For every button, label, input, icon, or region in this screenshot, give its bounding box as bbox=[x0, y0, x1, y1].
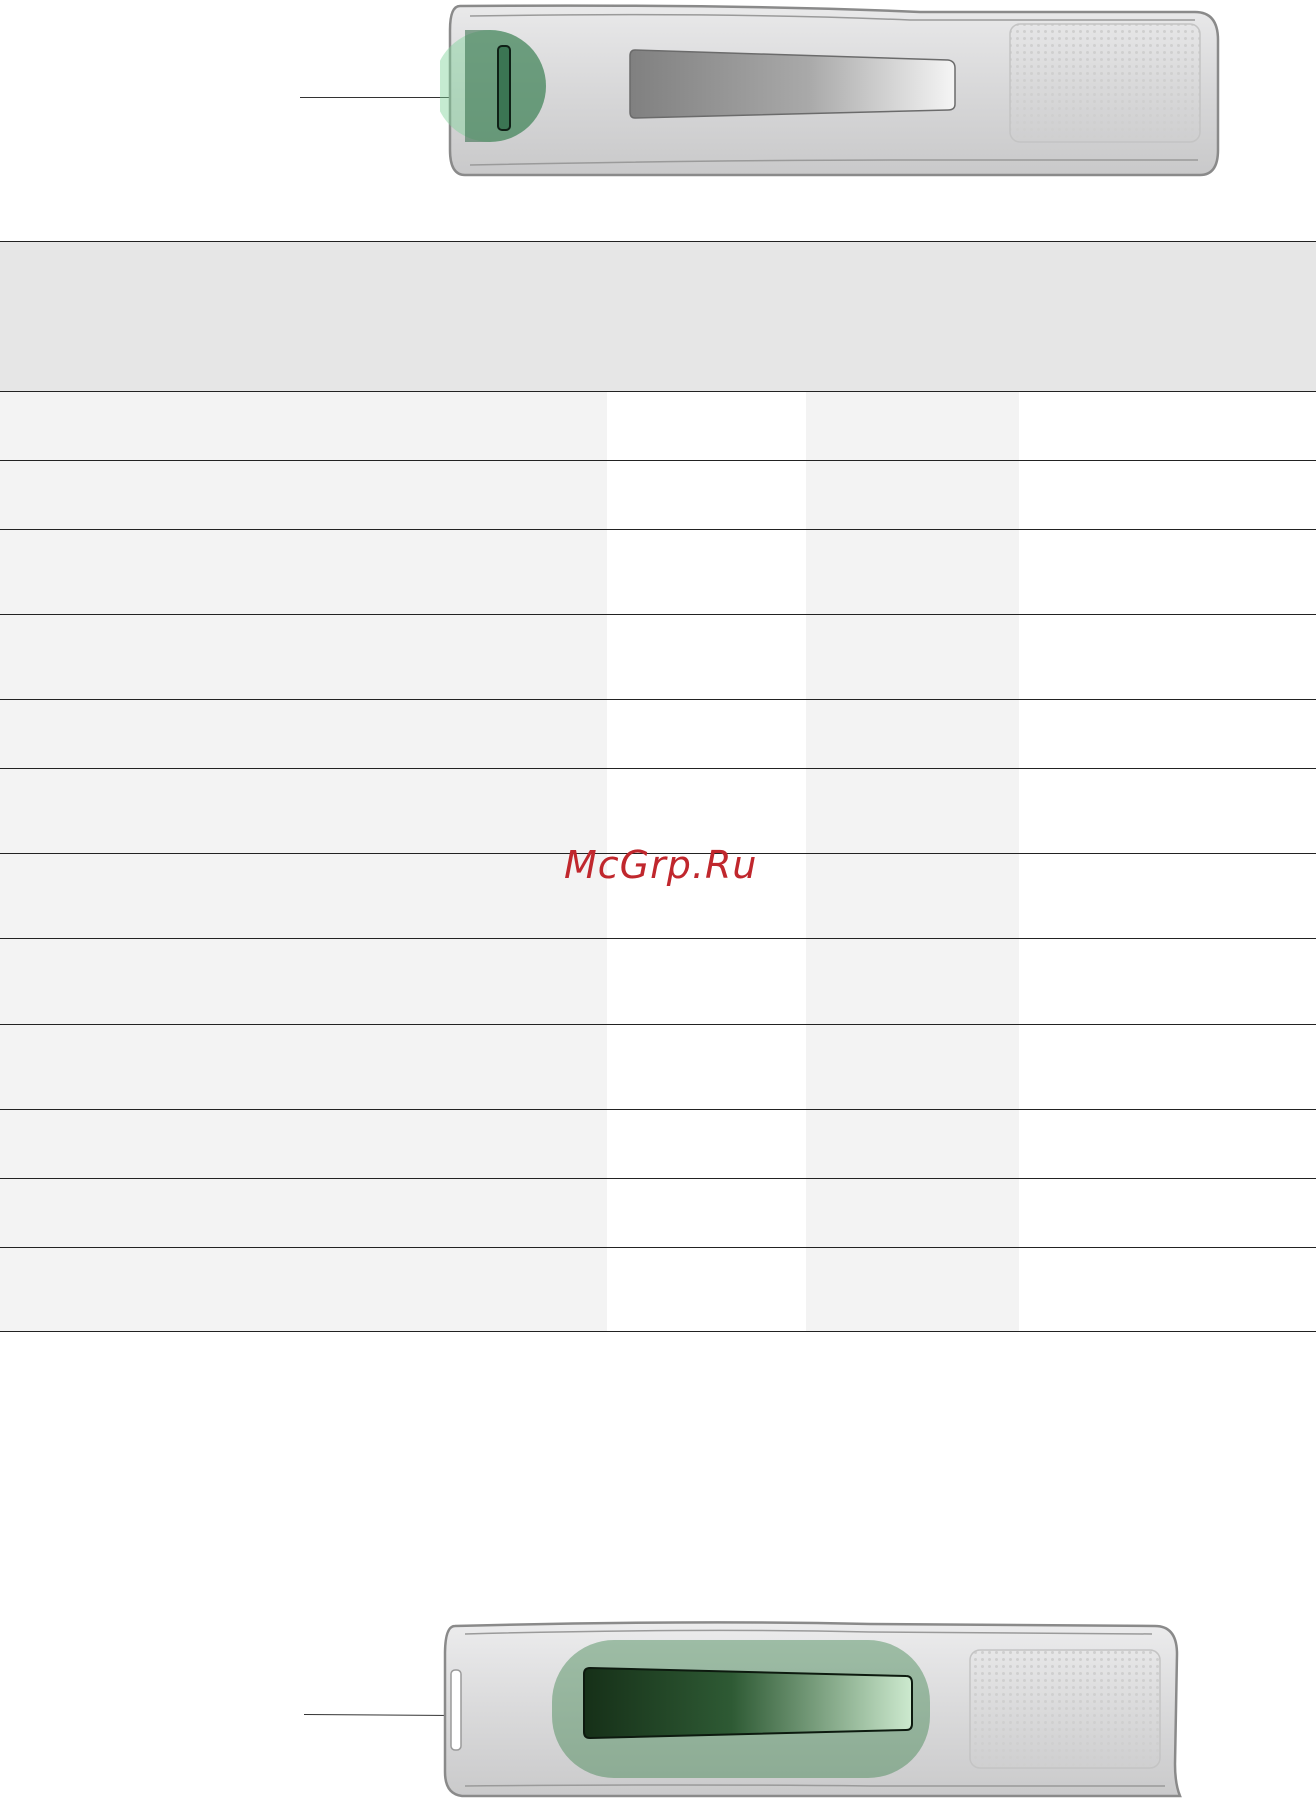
table-cell bbox=[806, 1109, 1019, 1179]
table-cell bbox=[1019, 1109, 1316, 1179]
table-cell bbox=[806, 460, 1019, 530]
table-row bbox=[0, 938, 1316, 1025]
usb-drive-illustration-top bbox=[440, 4, 1220, 177]
table-cell bbox=[0, 1247, 607, 1332]
table-cell bbox=[0, 699, 607, 769]
spec-table bbox=[0, 241, 1316, 1332]
table-cell bbox=[806, 768, 1019, 854]
table-row bbox=[0, 391, 1316, 461]
table-cell bbox=[806, 1024, 1019, 1110]
table-cell bbox=[607, 529, 806, 615]
table-cell bbox=[1019, 391, 1316, 461]
table-cell bbox=[0, 1024, 607, 1110]
table-cell bbox=[607, 938, 806, 1025]
table-cell bbox=[0, 460, 607, 530]
table-header-row bbox=[0, 241, 1316, 392]
table-cell bbox=[1019, 1247, 1316, 1332]
table-cell bbox=[806, 938, 1019, 1025]
table-cell bbox=[806, 391, 1019, 461]
table-row bbox=[0, 614, 1316, 700]
table-cell bbox=[607, 614, 806, 700]
grip-texture bbox=[1009, 23, 1201, 143]
slider-window bbox=[629, 49, 956, 119]
table-cell bbox=[1019, 938, 1316, 1025]
table-cell bbox=[1019, 768, 1316, 854]
table-row bbox=[0, 768, 1316, 854]
table-row bbox=[0, 1109, 1316, 1179]
table-cell bbox=[806, 529, 1019, 615]
table-cell bbox=[1019, 614, 1316, 700]
table-cell bbox=[607, 768, 806, 854]
table-cell bbox=[1019, 529, 1316, 615]
table-cell bbox=[607, 1024, 806, 1110]
usb-port bbox=[497, 45, 511, 131]
table-cell bbox=[607, 1247, 806, 1332]
table-cell bbox=[1019, 1024, 1316, 1110]
table-cell bbox=[0, 1178, 607, 1248]
table-cell bbox=[607, 1109, 806, 1179]
table-cell bbox=[806, 614, 1019, 700]
table-cell bbox=[0, 853, 607, 939]
table-cell bbox=[1019, 460, 1316, 530]
watermark-text: McGrp.Ru bbox=[564, 843, 758, 887]
table-row bbox=[0, 1024, 1316, 1110]
table-row bbox=[0, 1247, 1316, 1332]
table-cell bbox=[1019, 853, 1316, 939]
table-row bbox=[0, 1178, 1316, 1248]
table-row bbox=[0, 529, 1316, 615]
table-cell bbox=[806, 853, 1019, 939]
table-row bbox=[0, 699, 1316, 769]
table-cell bbox=[1019, 699, 1316, 769]
table-cell bbox=[607, 1178, 806, 1248]
table-header bbox=[0, 241, 1316, 392]
table-cell bbox=[0, 391, 607, 461]
table-cell bbox=[806, 699, 1019, 769]
table-cell bbox=[0, 938, 607, 1025]
table-cell bbox=[0, 529, 607, 615]
table-cell bbox=[0, 768, 607, 854]
table-cell bbox=[0, 614, 607, 700]
table-cell bbox=[607, 460, 806, 530]
table-cell bbox=[806, 1247, 1019, 1332]
table-cell bbox=[607, 699, 806, 769]
usb-port bbox=[450, 1669, 462, 1751]
table-cell bbox=[607, 391, 806, 461]
table-cell bbox=[806, 1178, 1019, 1248]
slider-window bbox=[583, 1666, 913, 1740]
table-cell bbox=[1019, 1178, 1316, 1248]
grip-texture bbox=[969, 1649, 1161, 1769]
usb-drive-illustration-bottom bbox=[443, 1621, 1182, 1798]
table-cell bbox=[0, 1109, 607, 1179]
table-row bbox=[0, 460, 1316, 530]
